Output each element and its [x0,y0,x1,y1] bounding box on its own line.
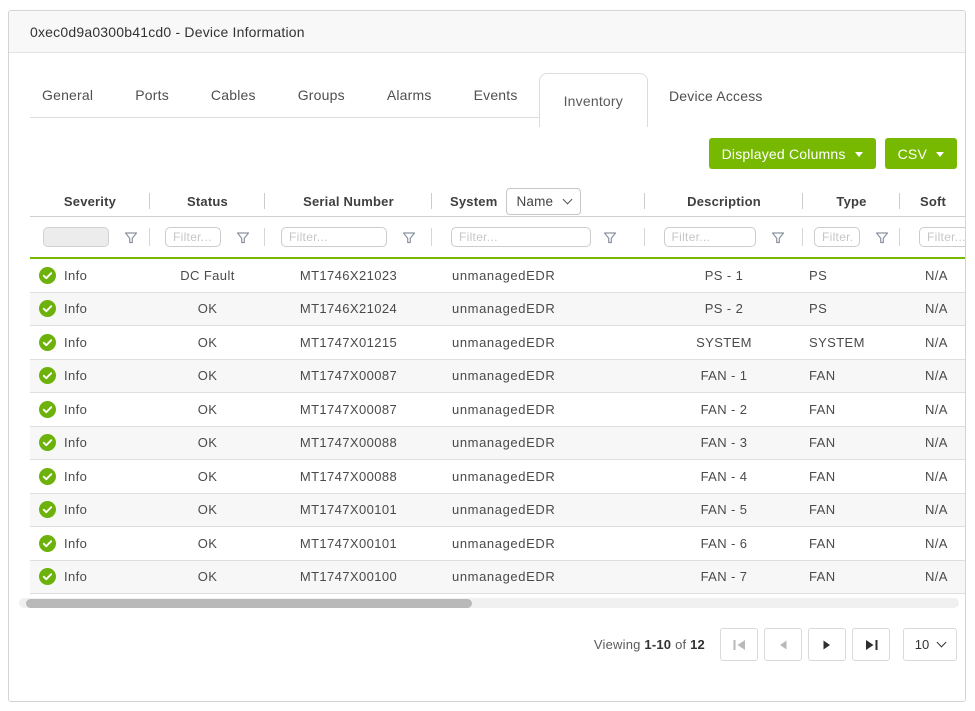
next-page-button[interactable] [808,628,846,661]
tab-events[interactable]: Events [453,73,539,117]
horizontal-scrollbar-thumb[interactable] [26,599,472,608]
table-row[interactable]: Info OK MT1747X00088 unmanagedEDR FAN - … [30,460,966,494]
pagination-status: Viewing 1-10 of 12 [594,637,705,652]
status-filter-input[interactable] [165,227,221,247]
chevron-down-icon [937,638,947,648]
table-body: Info DC Fault MT1746X21023 unmanagedEDR … [30,259,966,594]
last-page-button[interactable] [852,628,890,661]
pagination-bar: Viewing 1-10 of 12 10 [9,628,957,661]
tab-bar: General Ports Cables Groups Alarms Event… [30,73,965,127]
tab-cables[interactable]: Cables [190,73,277,117]
table-row[interactable]: Info OK MT1747X00087 unmanagedEDR FAN - … [30,360,966,394]
tab-group-right: Device Access [648,73,784,118]
column-header-software[interactable]: Soft [900,186,966,216]
check-circle-icon [39,267,56,284]
table-row[interactable]: Info OK MT1747X00101 unmanagedEDR FAN - … [30,494,966,528]
table-row[interactable]: Info OK MT1747X01215 unmanagedEDR SYSTEM… [30,326,966,360]
filter-funnel-icon[interactable] [603,231,617,244]
column-header-severity[interactable]: Severity [30,186,150,216]
system-name-selector[interactable]: Name [506,188,581,215]
tab-groups[interactable]: Groups [277,73,366,117]
table-row[interactable]: Info OK MT1747X00087 unmanagedEDR FAN - … [30,393,966,427]
inventory-table: Severity Status Serial Number System Nam… [30,169,966,594]
chevron-down-icon [563,194,573,204]
dialog-title: 0xec0d9a0300b41cd0 - Device Information [30,24,305,40]
filter-cell-status [150,217,265,257]
check-circle-icon [39,401,56,418]
column-header-status[interactable]: Status [150,186,265,216]
serial-number-filter-input[interactable] [281,227,387,247]
tab-alarms[interactable]: Alarms [366,73,453,117]
tab-general[interactable]: General [30,73,114,117]
check-circle-icon [39,334,56,351]
check-circle-icon [39,434,56,451]
system-name-filter-input[interactable] [451,227,591,247]
displayed-columns-button[interactable]: Displayed Columns [709,138,876,169]
tab-ports[interactable]: Ports [114,73,190,117]
device-information-dialog: 0xec0d9a0300b41cd0 - Device Information … [8,10,966,702]
table-row[interactable]: Info OK MT1747X00088 unmanagedEDR FAN - … [30,427,966,461]
filter-funnel-icon[interactable] [771,231,785,244]
filter-funnel-icon[interactable] [402,231,416,244]
column-header-description[interactable]: Description [645,186,803,216]
table-row[interactable]: Info OK MT1747X00101 unmanagedEDR FAN - … [30,527,966,561]
tab-group-left: General Ports Cables Groups Alarms Event… [30,73,539,118]
check-circle-icon [39,535,56,552]
table-row[interactable]: Info OK MT1746X21024 unmanagedEDR PS - 2… [30,293,966,327]
first-page-icon [733,639,746,651]
check-circle-icon [39,501,56,518]
page-size-select[interactable]: 10 [903,628,957,661]
type-filter-input[interactable] [814,227,860,247]
filter-cell-software [900,217,966,257]
filter-cell-system-name [432,217,645,257]
column-header-system-name: System Name [432,186,645,216]
check-circle-icon [39,468,56,485]
horizontal-scrollbar-track[interactable] [19,598,959,608]
check-circle-icon [39,300,56,317]
next-page-icon [823,640,831,650]
column-header-serial-number[interactable]: Serial Number [265,186,432,216]
previous-page-icon [779,640,787,650]
filter-cell-description [645,217,803,257]
check-circle-icon [39,568,56,585]
severity-filter-input [43,227,109,247]
table-header-row: Severity Status Serial Number System Nam… [30,186,966,217]
table-row[interactable]: Info OK MT1747X00100 unmanagedEDR FAN - … [30,561,966,595]
filter-funnel-icon[interactable] [124,231,138,244]
filter-cell-type [803,217,900,257]
tab-device-access[interactable]: Device Access [648,73,784,118]
previous-page-button [764,628,802,661]
check-circle-icon [39,367,56,384]
software-filter-input[interactable] [919,227,966,247]
filter-row [30,217,966,257]
filter-funnel-icon[interactable] [875,231,889,244]
table-row[interactable]: Info DC Fault MT1746X21023 unmanagedEDR … [30,259,966,293]
table-toolbar: Displayed Columns CSV [30,138,957,169]
first-page-button [720,628,758,661]
csv-export-button[interactable]: CSV [885,138,957,169]
filter-cell-serial-number [265,217,432,257]
filter-cell-severity [30,217,150,257]
tab-inventory[interactable]: Inventory [539,73,648,127]
filter-funnel-icon[interactable] [236,231,250,244]
caret-down-icon [936,152,944,157]
caret-down-icon [855,152,863,157]
column-header-type[interactable]: Type [803,186,900,216]
last-page-icon [865,639,878,651]
dialog-titlebar: 0xec0d9a0300b41cd0 - Device Information [9,11,965,53]
description-filter-input[interactable] [664,227,756,247]
